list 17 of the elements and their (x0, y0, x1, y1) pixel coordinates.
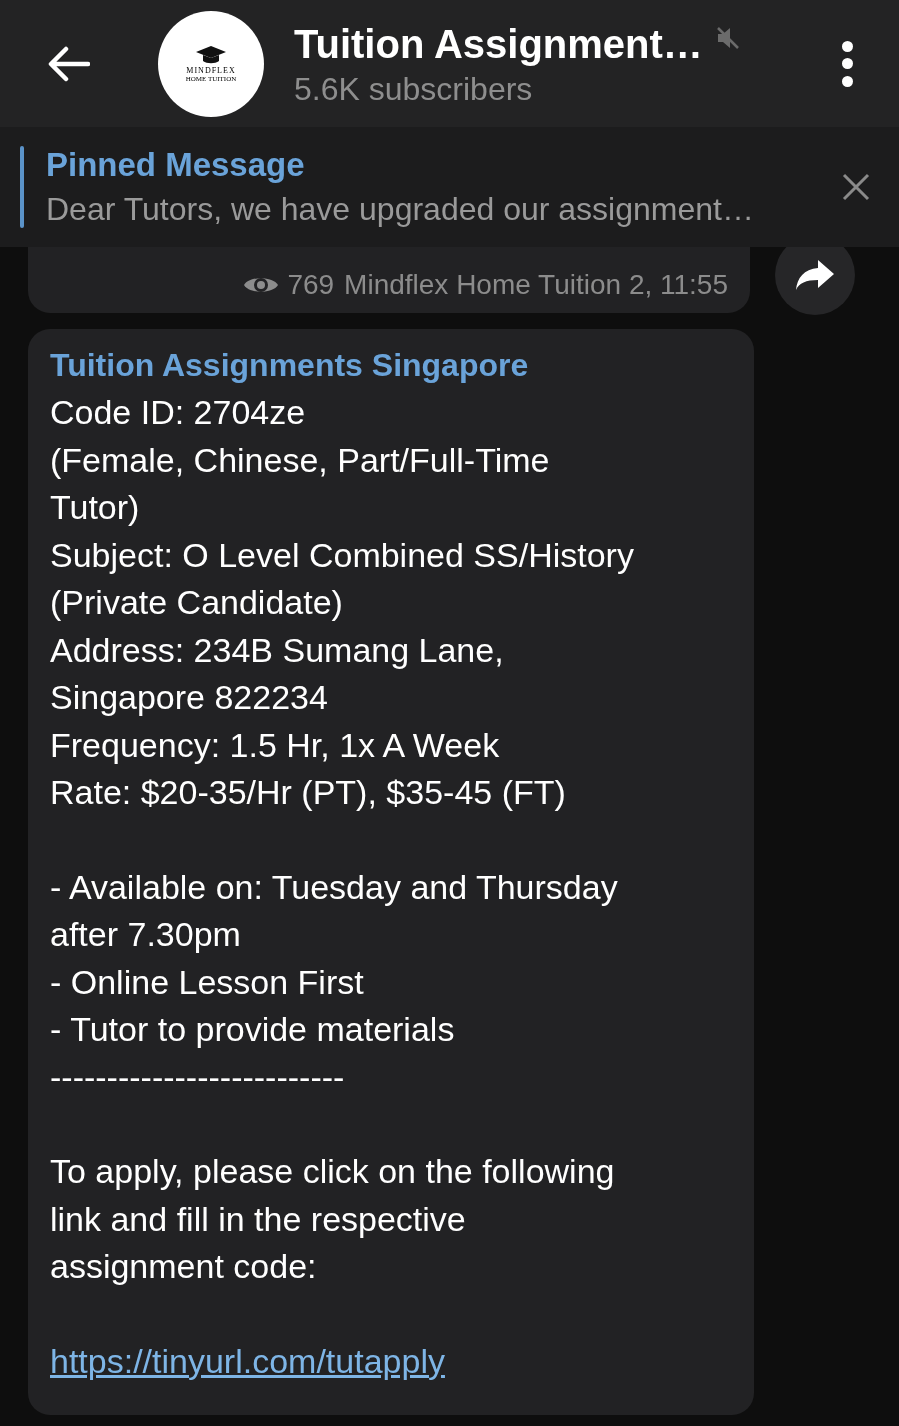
forward-button[interactable] (775, 247, 855, 315)
pinned-label: Pinned Message (46, 145, 306, 185)
pinned-text: Dear Tutors, we have upgraded our assignment… (46, 190, 755, 229)
message-text: Code ID: 2704ze (Female, Chinese, Part/Full-Time Tutor) Subject: O Level Combined SS/History (Private Candidate) Address: 234B Sumang Lane, Singapore 822234 Frequency: 1.5 Hr, 1x A Week Rate: $20-35/Hr (PT), $35-45 (FT) (50, 392, 635, 813)
message-text: To apply, please click on the following link and fill in the respective assignment code: (50, 1151, 616, 1287)
message-text: - Available on: Tuesday and Thursday after 7.30pm - Online Lesson First - Tutor to provide materials -------------------------- (50, 866, 619, 1098)
graduation-cap-icon (194, 44, 228, 66)
share-arrow-icon (794, 258, 836, 292)
apply-link[interactable]: https://tinyurl.com/tutapply (50, 1337, 445, 1385)
view-count: 769 (287, 268, 335, 302)
logo-name: MINDFLEX (186, 66, 236, 75)
channel-title: Tuition Assignment… (294, 20, 703, 68)
subscriber-count: 5.6K subscribers (294, 69, 534, 109)
message-signature: Mindflex Home Tuition 2, 11:55 (344, 268, 728, 302)
sender-name: Tuition Assignments Singapore (50, 346, 530, 385)
pinned-message-bar[interactable]: Pinned Message Dear Tutors, we have upgraded our assignment… (0, 127, 899, 247)
close-button[interactable] (841, 172, 871, 202)
